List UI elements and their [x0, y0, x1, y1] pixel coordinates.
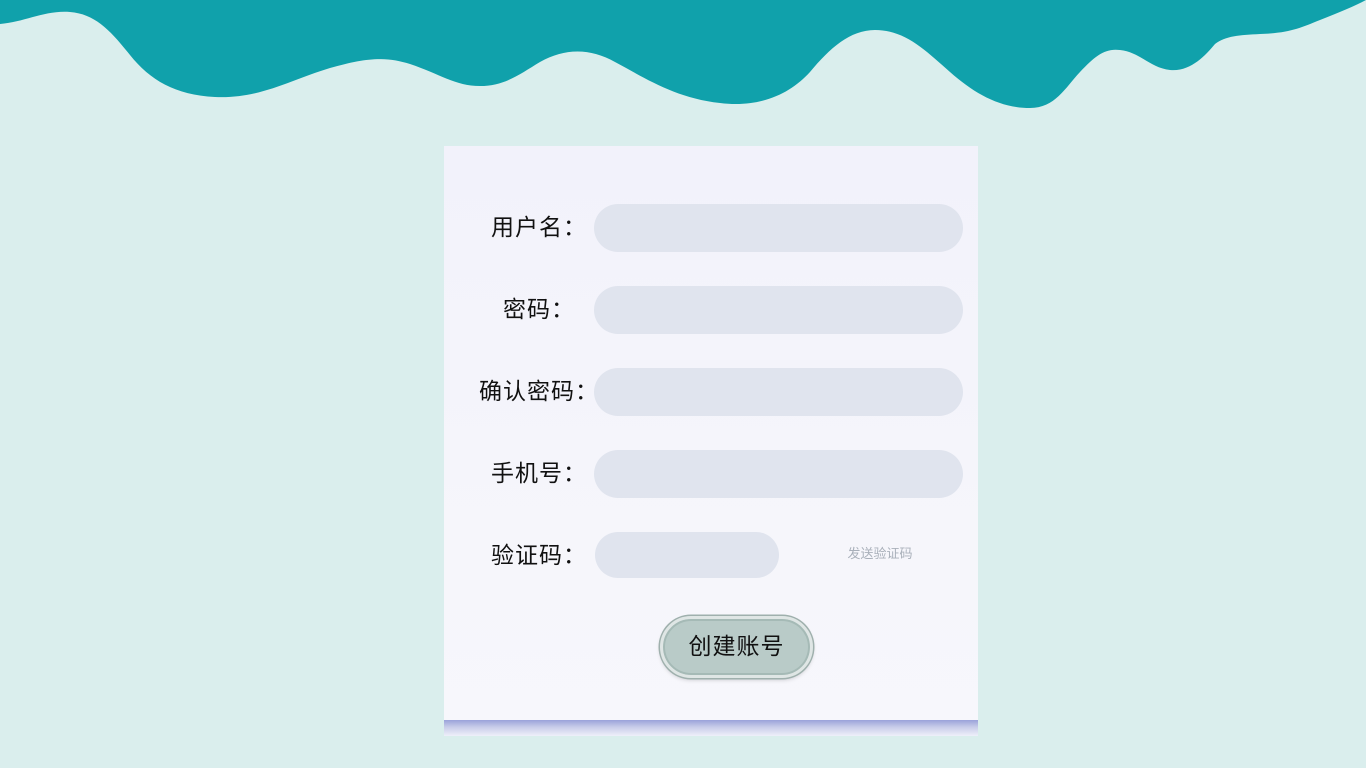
verify-code-input[interactable]: [595, 532, 779, 578]
send-verify-code-button[interactable]: 发送验证码: [830, 532, 930, 578]
username-label: 用户名：: [491, 215, 587, 241]
username-row: 用户名：: [444, 204, 978, 252]
phone-input[interactable]: [594, 450, 963, 498]
verify-code-row: 验证码： 发送验证码: [444, 532, 978, 580]
password-row: 密码：: [444, 286, 978, 334]
decorative-wave-header: [0, 0, 1366, 108]
confirm-password-row: 确认密码：: [444, 368, 978, 416]
card-bottom-bar: [444, 720, 978, 736]
phone-label: 手机号：: [491, 461, 587, 487]
create-account-button[interactable]: 创建账号: [660, 616, 813, 678]
register-form-card: 用户名： 密码： 确认密码： 手机号： 验证码： 发送验证码 创建账号: [444, 146, 978, 736]
username-input[interactable]: [594, 204, 963, 252]
password-label: 密码：: [503, 297, 575, 323]
confirm-password-input[interactable]: [594, 368, 963, 416]
confirm-password-label: 确认密码：: [479, 379, 599, 405]
verify-code-label: 验证码：: [491, 543, 587, 569]
phone-row: 手机号：: [444, 450, 978, 498]
register-page: 用户名： 密码： 确认密码： 手机号： 验证码： 发送验证码 创建账号: [0, 0, 1366, 768]
password-input[interactable]: [594, 286, 963, 334]
